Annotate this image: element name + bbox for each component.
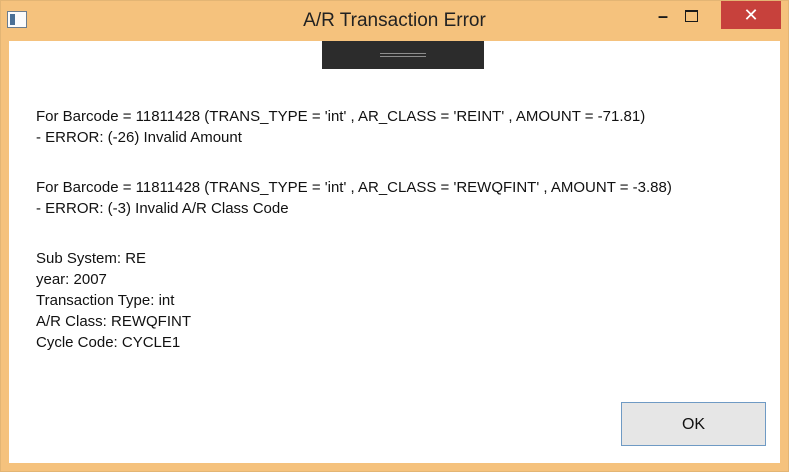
ar-class-text: A/R Class: REWQFINT <box>36 313 192 330</box>
title-bar[interactable]: A/R Transaction Error – ✕ <box>1 1 788 41</box>
minimize-button[interactable]: – <box>649 1 677 31</box>
sub-system-text: Sub System: RE <box>36 250 147 267</box>
error-message-2: For Barcode = 11811428 (TRANS_TYPE = 'in… <box>36 177 672 219</box>
maximize-icon <box>684 10 698 22</box>
transaction-type-text: Transaction Type: int <box>36 292 175 309</box>
error-message-line: For Barcode = 11811428 (TRANS_TYPE = 'in… <box>36 179 672 196</box>
close-icon: ✕ <box>743 4 759 25</box>
year-text: year: 2007 <box>36 271 107 288</box>
error-message-line: For Barcode = 11811428 (TRANS_TYPE = 'in… <box>36 108 646 125</box>
maximize-button[interactable] <box>677 1 705 31</box>
error-message-detail: - ERROR: (-26) Invalid Amount <box>36 129 242 146</box>
drag-grip-handle[interactable] <box>322 41 484 69</box>
close-button[interactable]: ✕ <box>721 1 781 29</box>
cycle-code-text: Cycle Code: CYCLE1 <box>36 334 181 351</box>
error-message-1: For Barcode = 11811428 (TRANS_TYPE = 'in… <box>36 106 645 148</box>
transaction-info: Sub System: RE year: 2007 Transaction Ty… <box>36 248 191 353</box>
ok-button[interactable]: OK <box>621 402 766 446</box>
error-dialog-window: A/R Transaction Error – ✕ For Barcode = … <box>0 0 789 472</box>
dialog-content: For Barcode = 11811428 (TRANS_TYPE = 'in… <box>9 41 780 463</box>
error-message-detail: - ERROR: (-3) Invalid A/R Class Code <box>36 200 289 217</box>
minimize-icon: – <box>657 5 668 26</box>
